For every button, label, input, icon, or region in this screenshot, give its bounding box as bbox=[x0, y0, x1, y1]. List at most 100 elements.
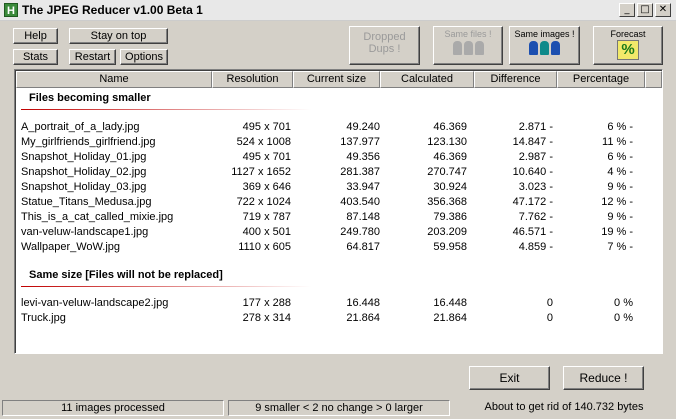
app-icon: H bbox=[4, 3, 18, 17]
exit-button[interactable]: Exit bbox=[469, 366, 550, 390]
cell-name: My_girlfriends_girlfriend.jpg bbox=[21, 136, 156, 148]
table-row[interactable]: Truck.jpg 278 x 314 21.864 21.864 0 0 % bbox=[21, 311, 641, 326]
same-images-label: Same images ! bbox=[514, 29, 575, 39]
cell-percentage: 19 % - bbox=[601, 226, 633, 238]
cell-difference: 2.871 - bbox=[518, 121, 553, 133]
cell-name: Snapshot_Holiday_03.jpg bbox=[21, 181, 147, 193]
cell-resolution: 495 x 701 bbox=[242, 151, 291, 163]
table-row[interactable]: Snapshot_Holiday_01.jpg 495 x 701 49.356 46… bbox=[21, 150, 641, 165]
cell-calculated: 30.924 bbox=[433, 181, 467, 193]
table-row[interactable]: This_is_a_cat_called_mixie.jpg 719 x 787 8… bbox=[21, 210, 641, 225]
cell-name: A_portrait_of_a_lady.jpg bbox=[21, 121, 140, 133]
options-button[interactable]: Options bbox=[120, 49, 168, 65]
cell-percentage: 6 % - bbox=[607, 121, 633, 133]
cell-calculated: 79.386 bbox=[433, 211, 467, 223]
table-row[interactable]: levi-van-veluw-landscape2.jpg 177 x 288 16… bbox=[21, 296, 641, 311]
cell-name: Statue_Titans_Medusa.jpg bbox=[21, 196, 152, 208]
cell-calculated: 356.368 bbox=[427, 196, 467, 208]
cell-resolution: 177 x 288 bbox=[242, 297, 291, 309]
cell-difference: 7.762 - bbox=[518, 211, 553, 223]
cell-resolution: 722 x 1024 bbox=[236, 196, 291, 208]
column-header-name[interactable]: Name bbox=[16, 71, 212, 88]
cell-current-size: 249.780 bbox=[340, 226, 380, 238]
cell-current-size: 49.356 bbox=[346, 151, 380, 163]
table-row[interactable]: Snapshot_Holiday_02.jpg 1127 x 1652 281.38… bbox=[21, 165, 641, 180]
cell-name: Snapshot_Holiday_02.jpg bbox=[21, 166, 147, 178]
cell-calculated: 270.747 bbox=[427, 166, 467, 178]
table-row[interactable]: My_girlfriends_girlfriend.jpg 524 x 1008 1… bbox=[21, 135, 641, 150]
same-files-button[interactable]: Same files ! bbox=[433, 26, 503, 65]
column-header-current-size[interactable]: Current size bbox=[293, 71, 380, 88]
cell-percentage: 4 % - bbox=[607, 166, 633, 178]
dropped-dups-button[interactable]: Dropped Dups ! bbox=[349, 26, 420, 65]
cell-percentage: 11 % - bbox=[602, 136, 633, 148]
cell-current-size: 64.817 bbox=[346, 241, 380, 253]
cell-resolution: 369 x 646 bbox=[242, 181, 291, 193]
table-row[interactable]: Statue_Titans_Medusa.jpg 722 x 1024 403.54… bbox=[21, 195, 641, 210]
status-processed: 11 images processed bbox=[2, 400, 224, 416]
cell-calculated: 16.448 bbox=[433, 297, 467, 309]
cell-calculated: 203.209 bbox=[427, 226, 467, 238]
maximize-button[interactable]: □ bbox=[637, 3, 653, 17]
cell-resolution: 1110 x 605 bbox=[238, 241, 291, 253]
table-row[interactable]: Wallpaper_WoW.jpg 1110 x 605 64.817 59.958 4… bbox=[21, 240, 641, 255]
cell-percentage: 12 % - bbox=[601, 196, 633, 208]
title-bar: H The JPEG Reducer v1.00 Beta 1 _ □ ✕ bbox=[0, 0, 676, 21]
cell-resolution: 1127 x 1652 bbox=[231, 166, 291, 178]
group-divider bbox=[21, 109, 311, 110]
column-header-difference[interactable]: Difference bbox=[474, 71, 557, 88]
cell-current-size: 33.947 bbox=[346, 181, 380, 193]
cell-name: levi-van-veluw-landscape2.jpg bbox=[21, 297, 169, 309]
cell-current-size: 21.864 bbox=[346, 312, 380, 324]
cell-percentage: 9 % - bbox=[607, 181, 633, 193]
cell-calculated: 46.369 bbox=[433, 151, 467, 163]
table-row[interactable]: Snapshot_Holiday_03.jpg 369 x 646 33.947 30… bbox=[21, 180, 641, 195]
minimize-button[interactable]: _ bbox=[619, 3, 635, 17]
column-header-percentage[interactable]: Percentage bbox=[557, 71, 645, 88]
dropped-dups-label-1: Dropped bbox=[363, 31, 406, 43]
group-divider bbox=[21, 286, 311, 287]
table-header: Name Resolution Current size Calculated … bbox=[16, 71, 662, 88]
restart-button[interactable]: Restart bbox=[69, 49, 116, 65]
cell-calculated: 46.369 bbox=[433, 121, 467, 133]
stats-button[interactable]: Stats bbox=[13, 49, 58, 65]
forecast-label: Forecast bbox=[610, 29, 646, 39]
cell-current-size: 49.240 bbox=[346, 121, 380, 133]
cell-difference: 14.847 - bbox=[512, 136, 553, 148]
cell-percentage: 9 % - bbox=[607, 211, 633, 223]
help-button[interactable]: Help bbox=[13, 28, 58, 44]
window-title: The JPEG Reducer v1.00 Beta 1 bbox=[22, 3, 203, 17]
file-list[interactable]: Name Resolution Current size Calculated … bbox=[14, 69, 663, 354]
status-savings: About to get rid of 140.732 bytes bbox=[454, 400, 674, 416]
cell-difference: 46.571 - bbox=[512, 226, 553, 238]
cell-difference: 0 bbox=[546, 312, 553, 324]
cell-name: Snapshot_Holiday_01.jpg bbox=[21, 151, 147, 163]
forecast-button[interactable]: Forecast % bbox=[593, 26, 663, 65]
cell-difference: 47.172 - bbox=[512, 196, 553, 208]
people-icon bbox=[510, 41, 579, 55]
cell-percentage: 0 % bbox=[614, 312, 633, 324]
table-row[interactable]: A_portrait_of_a_lady.jpg 495 x 701 49.240 4… bbox=[21, 120, 641, 135]
group-header-same-size: Same size [Files will not be replaced] bbox=[29, 269, 223, 281]
cell-resolution: 400 x 501 bbox=[242, 226, 291, 238]
cell-difference: 2.987 - bbox=[518, 151, 553, 163]
reduce-button[interactable]: Reduce ! bbox=[563, 366, 644, 390]
cell-difference: 3.023 - bbox=[518, 181, 553, 193]
table-row[interactable]: van-veluw-landscape1.jpg 400 x 501 249.780… bbox=[21, 225, 641, 240]
cell-difference: 4.859 - bbox=[518, 241, 553, 253]
cell-name: Wallpaper_WoW.jpg bbox=[21, 241, 121, 253]
column-header-calculated[interactable]: Calculated bbox=[380, 71, 474, 88]
cell-resolution: 524 x 1008 bbox=[236, 136, 291, 148]
cell-calculated: 21.864 bbox=[433, 312, 467, 324]
cell-current-size: 87.148 bbox=[346, 211, 380, 223]
column-header-resolution[interactable]: Resolution bbox=[212, 71, 293, 88]
close-button[interactable]: ✕ bbox=[655, 3, 671, 17]
cell-name: van-veluw-landscape1.jpg bbox=[21, 226, 149, 238]
cell-difference: 10.640 - bbox=[512, 166, 553, 178]
stay-on-top-button[interactable]: Stay on top bbox=[69, 28, 168, 44]
cell-calculated: 123.130 bbox=[427, 136, 467, 148]
same-images-button[interactable]: Same images ! bbox=[509, 26, 580, 65]
status-summary: 9 smaller < 2 no change > 0 larger bbox=[228, 400, 450, 416]
cell-name: Truck.jpg bbox=[21, 312, 66, 324]
cell-current-size: 16.448 bbox=[346, 297, 380, 309]
